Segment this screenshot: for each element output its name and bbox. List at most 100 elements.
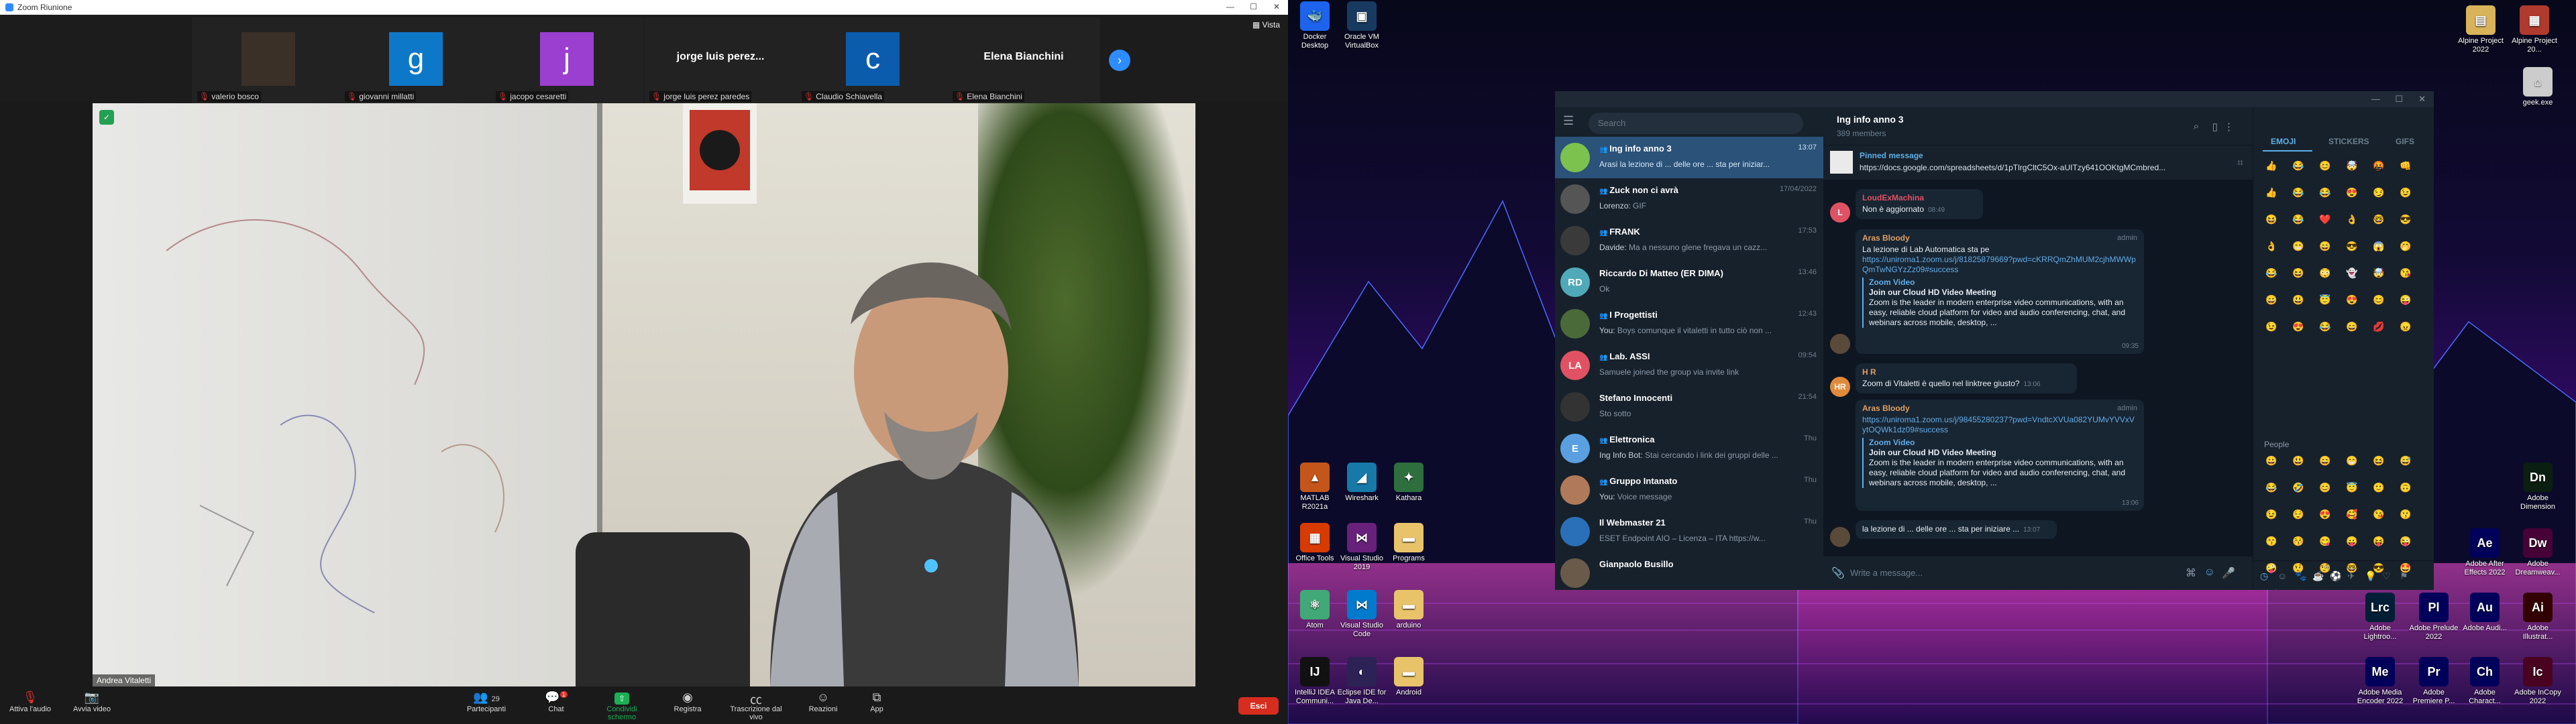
food-category-icon[interactable]: ☕ xyxy=(2312,570,2324,582)
message-link[interactable]: https://uniroma1.zoom.us/j/81825879669?p… xyxy=(1862,255,2137,275)
desktop-icon[interactable]: IJ IntelliJ IDEA Communi... xyxy=(1289,657,1340,706)
emoji-item[interactable]: 😂 xyxy=(2318,319,2332,334)
start-video-button[interactable]: 📷 Avvia video xyxy=(62,690,122,713)
close-icon[interactable]: ✕ xyxy=(2418,94,2426,105)
tab-gifs[interactable]: GIFS xyxy=(2396,137,2414,146)
emoji-item[interactable]: 😚 xyxy=(2291,534,2306,548)
emoji-item[interactable]: 😄 xyxy=(2318,453,2332,468)
emoji-item[interactable]: 😠 xyxy=(2398,319,2413,334)
emoji-item[interactable]: 😊 xyxy=(2318,158,2332,173)
desktop-icon[interactable]: ▬ Android xyxy=(1383,657,1434,697)
minimize-icon[interactable]: — xyxy=(2371,94,2380,104)
emoji-item[interactable]: 😜 xyxy=(2398,292,2413,307)
maximize-icon[interactable]: ☐ xyxy=(2395,94,2403,105)
desktop-icon[interactable]: 🐳 Docker Desktop xyxy=(1289,1,1340,50)
chat-list-item[interactable]: 👥 I Progettisti 12:43 You: Boys comunque i… xyxy=(1555,303,1823,345)
more-options-icon[interactable]: ⋮ xyxy=(2224,121,2234,133)
message-bubble[interactable]: Aras Bloody admin La lezione di Lab Auto… xyxy=(1856,229,2144,354)
emoji-item[interactable]: 😜 xyxy=(2398,534,2413,548)
emoji-item[interactable]: ❤️ xyxy=(2318,212,2332,227)
emoji-item[interactable]: 😂 xyxy=(2264,480,2279,495)
desktop-icon[interactable]: ⋈ Visual Studio Code xyxy=(1336,590,1387,639)
desktop-icon[interactable]: ▣ Oracle VM VirtualBox xyxy=(1336,1,1387,50)
emoji-item[interactable]: 😅 xyxy=(2398,453,2413,468)
unmute-button[interactable]: 🎙 Attiva l'audio xyxy=(0,690,60,713)
message-bubble[interactable]: la lezione di ... delle ore ... sta per … xyxy=(1856,520,2057,539)
emoji-item[interactable]: 😊 xyxy=(2318,480,2332,495)
emoji-item[interactable]: 🤬 xyxy=(2371,158,2386,173)
participant-tile[interactable]: Elena Bianchini 🎙 Elena Bianchini xyxy=(947,17,1100,103)
recent-icon[interactable]: ◷ xyxy=(2260,570,2268,582)
desktop-icon[interactable]: Ai Adobe Illustrat... xyxy=(2512,593,2563,642)
desktop-icon[interactable]: ▲ MATLAB R2021a xyxy=(1289,463,1340,511)
emoji-item[interactable]: 😗 xyxy=(2398,507,2413,522)
apps-button[interactable]: ⧉ App xyxy=(847,690,907,713)
desktop-icon[interactable]: ◢ Wireshark xyxy=(1336,463,1387,503)
message-bubble[interactable]: Aras Bloody admin https://uniroma1.zoom.… xyxy=(1856,400,2144,511)
desktop-icon[interactable]: Dw Adobe Dreamweav... xyxy=(2512,528,2563,577)
participant-tile[interactable]: j 🎙 jacopo cesaretti xyxy=(490,17,643,103)
message-input[interactable]: Write a message... xyxy=(1850,568,1923,578)
desktop-icon[interactable]: ⋈ Visual Studio 2019 xyxy=(1336,523,1387,572)
desktop-icon[interactable]: ▤ Alpine Project 2022 xyxy=(2455,5,2506,54)
emoji-item[interactable]: 😝 xyxy=(2371,534,2386,548)
desktop-icon[interactable]: ◐ Eclipse IDE for Java De... xyxy=(1336,657,1387,706)
desktop-icon[interactable]: ⚛ Atom xyxy=(1289,590,1340,630)
emoji-item[interactable]: 😂 xyxy=(2291,212,2306,227)
emoji-item[interactable]: 🤭 xyxy=(2398,239,2413,253)
emoji-item[interactable]: 🙂 xyxy=(2371,480,2386,495)
emoji-item[interactable]: 😘 xyxy=(2398,265,2413,280)
desktop-icon[interactable]: Dn Adobe Dimension xyxy=(2512,463,2563,511)
desktop-icon[interactable]: Pl Adobe Prelude 2022 xyxy=(2408,593,2459,642)
emoji-item[interactable]: 💋 xyxy=(2371,319,2386,334)
encryption-shield-icon[interactable]: ✓ xyxy=(99,110,114,125)
microphone-icon[interactable]: 🎤 xyxy=(2222,566,2235,580)
objects-category-icon[interactable]: 💡 xyxy=(2365,570,2376,582)
emoji-item[interactable]: 😉 xyxy=(2398,185,2413,200)
desktop-icon[interactable]: Ic Adobe InCopy 2022 xyxy=(2512,657,2563,706)
link-preview[interactable]: Zoom Video Join our Cloud HD Video Meeti… xyxy=(1862,438,2137,488)
emoji-item[interactable]: 😃 xyxy=(2291,453,2306,468)
attach-icon[interactable]: 📎 xyxy=(1831,566,1845,580)
emoji-item[interactable]: 👍 xyxy=(2264,158,2279,173)
record-button[interactable]: ◉ Registra xyxy=(657,690,718,713)
emoji-item[interactable]: 😎 xyxy=(2345,239,2359,253)
emoji-item[interactable]: 👊 xyxy=(2398,158,2413,173)
emoji-item[interactable]: 👌 xyxy=(2264,239,2279,253)
emoji-item[interactable]: 😆 xyxy=(2264,212,2279,227)
emoji-item[interactable]: 😂 xyxy=(2291,185,2306,200)
emoji-item[interactable]: 😳 xyxy=(2318,265,2332,280)
emoji-item[interactable]: 🤯 xyxy=(2371,265,2386,280)
search-input[interactable]: Search xyxy=(1589,113,1803,134)
emoji-item[interactable]: 😆 xyxy=(2291,265,2306,280)
message-sender[interactable]: H R xyxy=(1862,367,2070,377)
participants-button[interactable]: 👥 29 Partecipanti xyxy=(456,690,517,713)
emoji-item[interactable]: 😘 xyxy=(2371,507,2386,522)
emoji-item[interactable]: 😁 xyxy=(2345,453,2359,468)
desktop-icon[interactable]: ▬ Programs xyxy=(1383,523,1434,563)
live-transcript-button[interactable]: ㏄ Trascrizione dal vivo xyxy=(724,690,788,721)
avatar[interactable]: HR xyxy=(1830,377,1850,397)
emoji-item[interactable]: 😎 xyxy=(2398,212,2413,227)
emoji-item[interactable]: 😄 xyxy=(2264,292,2279,307)
tab-emoji[interactable]: EMOJI xyxy=(2271,137,2296,146)
desktop-icon[interactable]: Me Adobe Media Encoder 2022 xyxy=(2355,657,2406,706)
desktop-icon[interactable]: ⌂ geek.exe xyxy=(2512,67,2563,107)
people-category-icon[interactable]: ☺ xyxy=(2277,570,2287,581)
share-screen-button[interactable]: ⇧ Condividi schermo xyxy=(592,690,652,721)
emoji-item[interactable]: 🙃 xyxy=(2398,480,2413,495)
message-sender[interactable]: Aras Bloody xyxy=(1862,404,2137,414)
message-bubble[interactable]: H R Zoom di Vitaletti è quello nel linkt… xyxy=(1856,363,2077,394)
avatar[interactable]: L xyxy=(1830,202,1850,223)
emoji-item[interactable]: 😱 xyxy=(2371,239,2386,253)
emoji-item[interactable]: 🤯 xyxy=(2345,158,2359,173)
maximize-icon[interactable]: ☐ xyxy=(1250,2,1257,11)
emoji-item[interactable]: 😛 xyxy=(2345,534,2359,548)
emoji-item[interactable]: 🤓 xyxy=(2371,212,2386,227)
emoji-icon[interactable]: ☺ xyxy=(2204,566,2215,579)
emoji-item[interactable]: 😌 xyxy=(2291,507,2306,522)
emoji-item[interactable]: 😍 xyxy=(2345,292,2359,307)
chat-list-item[interactable]: E 👥 Elettronica Thu Ing Info Bot: Stai cerc… xyxy=(1555,428,1823,469)
desktop-icon[interactable]: ✦ Kathara xyxy=(1383,463,1434,503)
next-page-icon[interactable]: › xyxy=(1109,50,1130,71)
